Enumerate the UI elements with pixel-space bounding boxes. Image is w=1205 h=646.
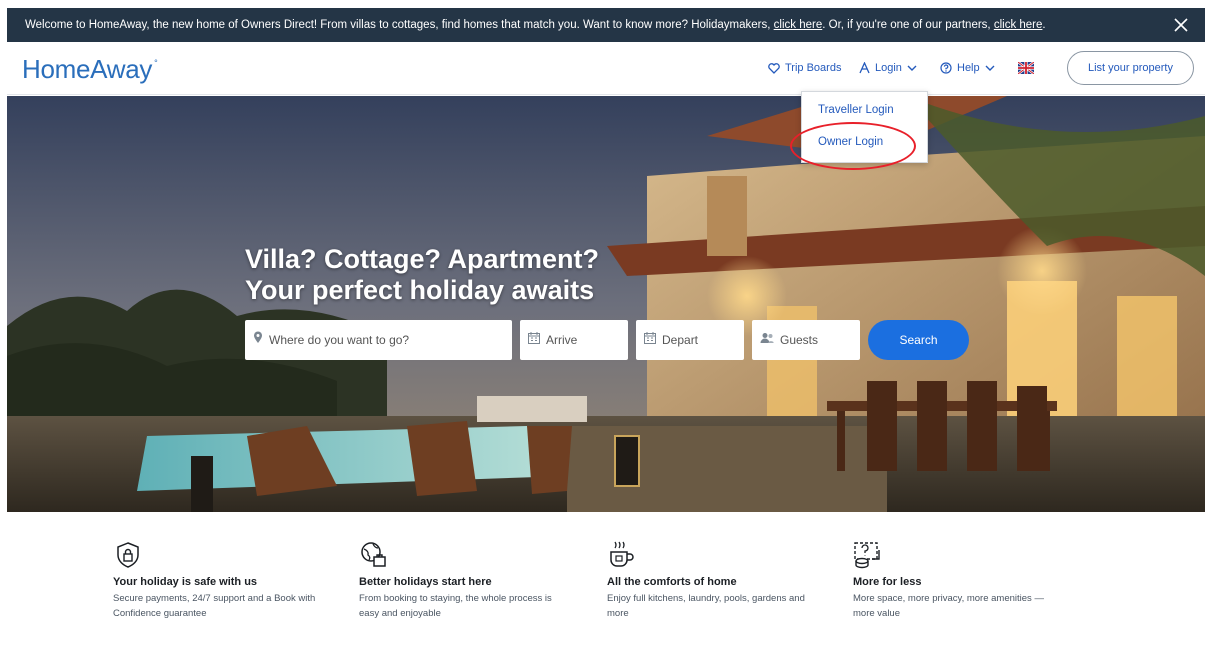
- close-icon[interactable]: [1171, 15, 1191, 35]
- arrive-input[interactable]: [546, 333, 628, 347]
- announcement-text: Welcome to HomeAway, the new home of Own…: [25, 19, 1046, 31]
- feature-desc-line: More space, more privacy, more amenities…: [853, 593, 1044, 604]
- feature-more-for-less: More for less More space, more privacy, …: [853, 540, 1073, 621]
- help-icon: [940, 62, 952, 74]
- chevron-down-icon: [985, 65, 995, 72]
- depart-input[interactable]: [662, 333, 744, 347]
- guests-input[interactable]: [780, 333, 860, 347]
- announcement-text-part: .: [1042, 19, 1046, 31]
- calendar-icon: [644, 331, 656, 349]
- house-money-icon: [853, 540, 883, 570]
- feature-title: All the comforts of home: [607, 576, 737, 588]
- feature-title: Better holidays start here: [359, 576, 492, 588]
- feature-desc-line: From booking to staying, the whole proce…: [359, 593, 552, 604]
- feature-desc-line: Confidence guarantee: [113, 608, 207, 619]
- logo-mark: °: [154, 58, 158, 68]
- globe-bag-icon: [359, 540, 389, 570]
- user-icon: [859, 62, 870, 74]
- feature-desc: From booking to staying, the whole proce…: [359, 591, 579, 621]
- depart-field[interactable]: [636, 320, 744, 360]
- logo-text: HomeAway: [22, 54, 153, 84]
- feature-safe: Your holiday is safe with us Secure paym…: [113, 540, 333, 621]
- arrive-field[interactable]: [520, 320, 628, 360]
- owner-login-item[interactable]: Owner Login: [818, 136, 883, 148]
- hero-section: Villa? Cottage? Apartment? Your perfect …: [7, 96, 1205, 512]
- feature-title: More for less: [853, 576, 922, 588]
- guests-icon: [760, 331, 774, 349]
- feature-desc: Enjoy full kitchens, laundry, pools, gar…: [607, 591, 827, 621]
- feature-desc: More space, more privacy, more amenities…: [853, 591, 1073, 621]
- destination-field[interactable]: [245, 320, 512, 360]
- shield-lock-icon: [113, 540, 143, 570]
- uk-flag-icon[interactable]: [1017, 61, 1035, 75]
- site-header: HomeAway ° Trip Boards Login Help List y…: [7, 42, 1205, 95]
- login-menu-toggle[interactable]: Login: [859, 62, 917, 74]
- feature-desc-line: Secure payments, 24/7 support and a Book…: [113, 593, 316, 604]
- announcement-text-part: . Or, if you're one of our partners,: [822, 19, 994, 31]
- feature-desc: Secure payments, 24/7 support and a Book…: [113, 591, 333, 621]
- headline-line-2: Your perfect holiday awaits: [245, 275, 595, 305]
- feature-desc-line: easy and enjoyable: [359, 608, 441, 619]
- holidaymakers-link[interactable]: click here: [774, 19, 823, 31]
- feature-desc-line: more: [607, 608, 629, 619]
- feature-better-holidays: Better holidays start here From booking …: [359, 540, 579, 621]
- feature-desc-line: Enjoy full kitchens, laundry, pools, gar…: [607, 593, 805, 604]
- heart-icon: [768, 62, 780, 74]
- list-your-property-button[interactable]: List your property: [1067, 51, 1194, 85]
- hero-headline: Villa? Cottage? Apartment? Your perfect …: [245, 244, 599, 306]
- calendar-icon: [528, 331, 540, 349]
- trip-boards-label: Trip Boards: [785, 62, 842, 74]
- help-menu-toggle[interactable]: Help: [940, 62, 995, 74]
- chevron-down-icon: [907, 65, 917, 72]
- trip-boards-link[interactable]: Trip Boards: [768, 62, 841, 74]
- login-dropdown-menu: Traveller Login Owner Login: [801, 91, 928, 163]
- destination-input[interactable]: [269, 333, 512, 347]
- feature-comforts: All the comforts of home Enjoy full kitc…: [607, 540, 827, 621]
- partners-link[interactable]: click here: [994, 19, 1043, 31]
- headline-line-1: Villa? Cottage? Apartment?: [245, 244, 600, 274]
- search-button[interactable]: Search: [868, 320, 969, 360]
- announcement-bar: Welcome to HomeAway, the new home of Own…: [7, 8, 1205, 42]
- feature-desc-line: more value: [853, 608, 900, 619]
- feature-title: Your holiday is safe with us: [113, 576, 258, 588]
- villa-photo: [7, 96, 1205, 512]
- map-pin-icon: [253, 331, 263, 349]
- traveller-login-item[interactable]: Traveller Login: [818, 104, 894, 116]
- hot-cup-icon: [607, 540, 637, 570]
- help-label: Help: [957, 62, 980, 74]
- homeaway-logo[interactable]: HomeAway °: [22, 54, 158, 85]
- guests-field[interactable]: [752, 320, 860, 360]
- login-label: Login: [875, 62, 902, 74]
- announcement-text-part: Welcome to HomeAway, the new home of Own…: [25, 19, 774, 31]
